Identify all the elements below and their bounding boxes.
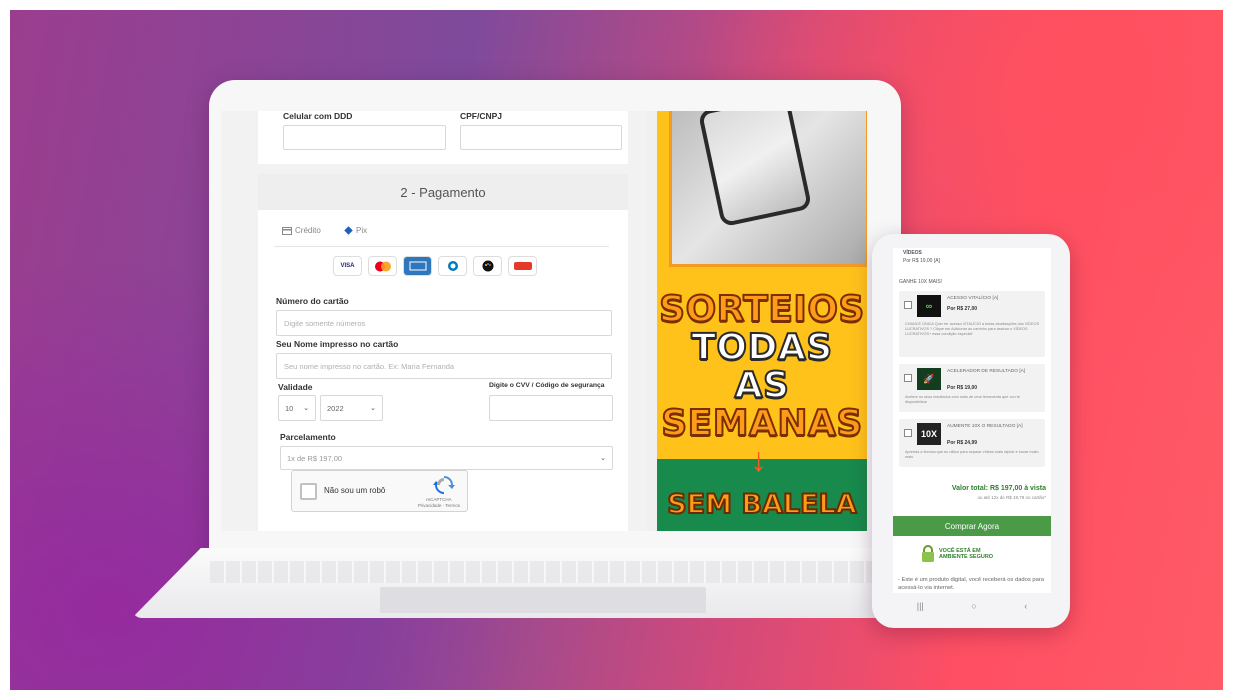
elo-icon xyxy=(482,260,493,272)
offer-item-3: 10X AUMENTE 10X O RESULTADO [A] Por R$ 2… xyxy=(899,419,1045,467)
offer-2-price: Por R$ 19,00 xyxy=(947,385,978,391)
banner-line-1: SORTEIOS xyxy=(658,289,865,330)
recaptcha-checkbox[interactable] xyxy=(300,483,317,500)
secure-badge: VOCÊ ESTÁ EM AMBIENTE SEGURO xyxy=(921,545,1031,565)
phone-screen: VÍDEOS Por R$ 19,00 [A] GANHE 10X MAIS! … xyxy=(893,248,1051,593)
tab-pix[interactable]: Pix xyxy=(344,226,367,235)
lock-icon xyxy=(922,545,934,562)
offer-1-image: ∞ xyxy=(917,295,941,317)
visa-logo: VISA xyxy=(334,257,361,275)
recaptcha-links[interactable]: Privacidade - Termos xyxy=(418,503,460,509)
card-name-input[interactable]: Seu nome impresso no cartão. Ex: Maria F… xyxy=(276,353,612,379)
installments-label: Parcelamento xyxy=(280,432,336,442)
hipercard-icon xyxy=(513,262,532,270)
installments-select[interactable]: 1x de R$ 197,00 ⌄ xyxy=(280,446,613,470)
tab-pix-label: Pix xyxy=(356,226,368,235)
laptop-trackpad xyxy=(380,587,706,613)
checkout-form: Celular com DDD CPF/CNPJ 2 - Pagamento C… xyxy=(221,111,646,531)
offer-2-desc: Acelere os seus resultados com mais de u… xyxy=(905,395,1020,404)
laptop-screen: Celular com DDD CPF/CNPJ 2 - Pagamento C… xyxy=(221,111,867,531)
recaptcha-widget: Não sou um robô reCAPTCHA Privacidade - … xyxy=(291,470,468,512)
payment-card: 2 - Pagamento Crédito Pix VISA Número do… xyxy=(258,174,628,531)
diners-logo xyxy=(439,257,466,275)
card-brands: VISA xyxy=(334,257,536,275)
secure-text: VOCÊ ESTÁ EM AMBIENTE SEGURO xyxy=(939,548,993,560)
offer-1-desc: CHANCE ÚNICA Quer ter acesso VITALÍCIO a… xyxy=(905,322,1040,336)
personal-data-card: Celular com DDD CPF/CNPJ xyxy=(258,111,628,164)
back-icon[interactable]: ‹ xyxy=(1024,601,1027,611)
upsell-title: GANHE 10X MAIS! xyxy=(899,279,943,285)
android-nav-bar: ||| ○ ‹ xyxy=(893,596,1051,616)
laptop-keyboard xyxy=(210,561,910,583)
top-product-price: Por R$ 19,00 [A] xyxy=(903,258,940,264)
offer-3-desc: Aprenda a técnica que eu utilizo para se… xyxy=(905,450,1039,459)
mastercard-icon xyxy=(374,261,391,271)
banner-line-4: SEMANAS xyxy=(660,403,863,444)
year-value: 2022 xyxy=(327,403,344,413)
offer-3-image: 10X xyxy=(917,423,941,445)
card-number-label: Número do cartão xyxy=(276,296,349,306)
secure-line-2: AMBIENTE SEGURO xyxy=(939,554,994,560)
installments-value: 1x de R$ 197,00 xyxy=(287,453,343,463)
chevron-down-icon: ⌄ xyxy=(370,405,376,412)
offer-1-price: Por R$ 27,00 xyxy=(947,306,978,312)
phone-label: Celular com DDD xyxy=(283,111,353,121)
month-select[interactable]: 10 ⌄ xyxy=(278,395,316,421)
offer-2-title: ACELERADOR DE RESULTADO [A] xyxy=(947,369,1026,374)
month-value: 10 xyxy=(285,403,294,413)
card-name-label: Seu Nome impresso no cartão xyxy=(276,339,399,349)
banner-bottom-text: SEM BALELA xyxy=(666,488,857,521)
cpf-input[interactable] xyxy=(460,125,622,150)
amex-icon xyxy=(409,261,426,271)
cvv-label: Digite o CVV / Código de segurança xyxy=(489,382,605,389)
chevron-down-icon: ⌄ xyxy=(600,455,606,462)
validity-label: Validade xyxy=(278,382,313,392)
cvv-input[interactable] xyxy=(489,395,613,421)
mastercard-logo xyxy=(369,257,396,275)
hipercard-logo xyxy=(509,257,536,275)
tab-credit-label: Crédito xyxy=(295,226,321,235)
amex-logo xyxy=(404,257,431,275)
banner-line-3: AS xyxy=(734,365,790,406)
offer-1-title: ACESSO VITALÍCIO [A] xyxy=(947,296,999,301)
elo-logo xyxy=(474,257,501,275)
card-number-input[interactable]: Digite somente números xyxy=(276,310,612,336)
offer-3-checkbox[interactable] xyxy=(904,429,912,437)
total-value: Valor total: R$ 197,00 à vista xyxy=(951,485,1046,492)
recent-apps-icon[interactable]: ||| xyxy=(917,601,924,611)
offer-2-checkbox[interactable] xyxy=(904,374,912,382)
promo-banner: SORTEIOS TODAS AS SEMANAS ↓ SEM BALELA xyxy=(657,111,867,531)
phone-input[interactable] xyxy=(283,125,446,150)
recaptcha-brand: reCAPTCHA Privacidade - Termos xyxy=(418,497,460,509)
offer-item-2: 🚀 ACELERADOR DE RESULTADO [A] Por R$ 19,… xyxy=(899,364,1045,412)
offer-item-1: ∞ ACESSO VITALÍCIO [A] Por R$ 27,00 CHAN… xyxy=(899,291,1045,357)
cpf-label: CPF/CNPJ xyxy=(460,111,503,121)
home-icon[interactable]: ○ xyxy=(971,601,976,611)
payment-section-title: 2 - Pagamento xyxy=(258,174,628,210)
offer-3-title: AUMENTE 10X O RESULTADO [A] xyxy=(947,424,1023,429)
top-product-label: VÍDEOS xyxy=(903,250,922,256)
recaptcha-label: Não sou um robô xyxy=(324,486,386,495)
digital-product-note: - Este é um produto digital, você recebe… xyxy=(898,577,1044,591)
buy-now-button[interactable]: Comprar Agora xyxy=(893,516,1051,536)
installment-info: ou até 12x de R$ 19,78 no cartão* xyxy=(977,495,1046,500)
arrow-down-icon: ↓ xyxy=(750,441,767,479)
chevron-down-icon: ⌄ xyxy=(303,405,309,412)
tab-divider xyxy=(274,246,609,247)
recaptcha-icon xyxy=(433,476,455,494)
tab-credit[interactable]: Crédito xyxy=(282,226,321,235)
banner-line-2: TODAS xyxy=(690,327,833,368)
diners-icon xyxy=(447,261,458,271)
credit-card-icon xyxy=(282,226,292,235)
year-select[interactable]: 2022 ⌄ xyxy=(320,395,383,421)
pix-icon xyxy=(344,226,353,235)
offer-3-price: Por R$ 24,99 xyxy=(947,440,978,446)
offer-1-checkbox[interactable] xyxy=(904,301,912,309)
offer-2-image: 🚀 xyxy=(917,368,941,390)
